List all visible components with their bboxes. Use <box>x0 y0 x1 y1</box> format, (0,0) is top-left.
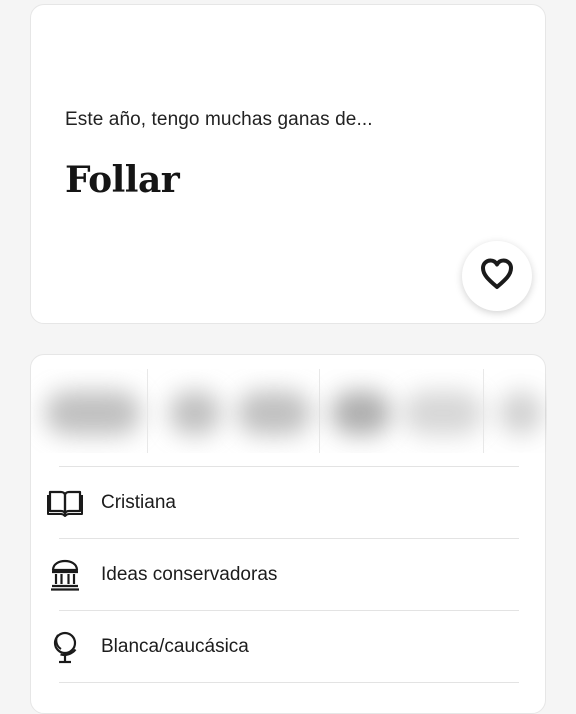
globe-icon <box>45 627 85 667</box>
info-row-politics: Ideas conservadoras <box>45 555 525 595</box>
like-button[interactable] <box>462 241 532 311</box>
info-label-ethnicity: Blanca/caucásica <box>101 636 249 657</box>
info-card: Cristiana Ideas conservadoras Blanca/cau… <box>30 354 546 714</box>
heart-outline-icon <box>479 257 515 296</box>
divider <box>59 682 519 683</box>
prompt-question: Este año, tengo muchas ganas de... <box>65 109 373 130</box>
book-icon <box>45 483 85 523</box>
info-row-religion: Cristiana <box>45 483 525 523</box>
info-row-ethnicity: Blanca/caucásica <box>45 627 525 667</box>
government-building-icon <box>45 555 85 595</box>
divider <box>59 466 519 467</box>
prompt-answer: Follar <box>65 159 180 201</box>
divider <box>59 610 519 611</box>
info-label-politics: Ideas conservadoras <box>101 564 278 585</box>
divider <box>59 538 519 539</box>
prompt-card: Este año, tengo muchas ganas de... Folla… <box>30 4 546 324</box>
blurred-vitals-row <box>31 369 547 453</box>
info-label-religion: Cristiana <box>101 492 176 513</box>
